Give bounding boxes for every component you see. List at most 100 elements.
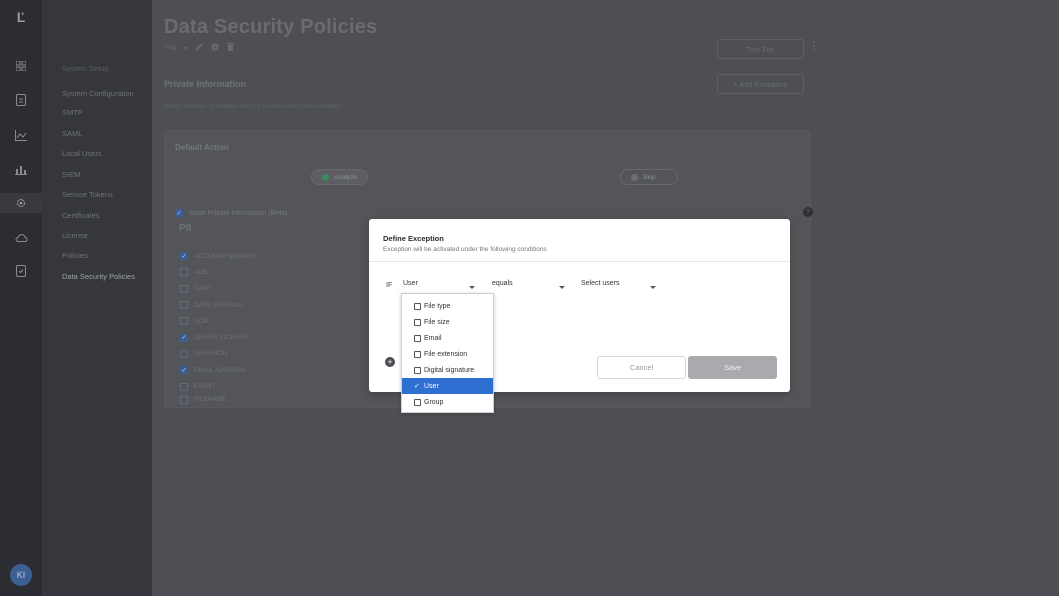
default-action-label: Default Action [175, 143, 229, 152]
grid-icon[interactable] [12, 57, 30, 75]
pii-checkbox[interactable] [180, 395, 188, 404]
sidenav-item-service-tokens[interactable]: Service Tokens [62, 190, 113, 199]
pii-checkbox[interactable]: ✓ [180, 252, 188, 261]
dropdown-option-email[interactable]: Email [402, 330, 493, 346]
sidenav-item-local-users[interactable]: Local Users [62, 149, 102, 158]
skip-label: Skip [643, 173, 656, 181]
users-select[interactable]: Select users [581, 280, 620, 287]
pii-checkbox[interactable] [180, 349, 188, 358]
cloud-icon[interactable] [12, 228, 30, 246]
analytics-icon[interactable] [12, 126, 30, 144]
pii-item[interactable]: DOB [180, 313, 256, 329]
pii-item[interactable]: ✓ EMAIL ADDRESS [180, 362, 256, 378]
pii-checkbox[interactable] [180, 268, 188, 277]
users-select-placeholder: Select users [581, 280, 620, 287]
dialog-subtitle: Exception will be activated under the fo… [383, 246, 547, 253]
analyze-toggle[interactable]: Analyze [311, 169, 369, 185]
pii-item[interactable]: ✓ ACCOUNT NUMBER [180, 248, 256, 264]
sidenav-header: System Setup [62, 64, 109, 73]
chart-icon[interactable] [12, 160, 30, 178]
pii-checkbox[interactable] [180, 382, 188, 391]
sidenav-item-smtp[interactable]: SMTP [62, 108, 83, 117]
operator-select[interactable]: equals [492, 280, 513, 287]
pii-label: DATE [194, 285, 211, 293]
pii-checkbox[interactable]: ✓ [180, 333, 188, 342]
dropdown-option-file-extension[interactable]: File extension [402, 346, 493, 362]
pii-label: AGE [194, 268, 208, 276]
sidenav-item-license[interactable]: License [62, 231, 88, 240]
divider [369, 261, 790, 262]
skip-indicator-icon [631, 173, 638, 181]
sidenav-item-data-security-policies[interactable]: Data Security Policies [62, 272, 135, 281]
chevron-down-icon[interactable]: ▾ [184, 45, 187, 52]
operator-select-value: equals [492, 280, 513, 287]
more-icon[interactable]: ⋮ [809, 41, 819, 52]
pii-label: DURATION [194, 350, 228, 358]
rule-select[interactable]: Ring [164, 45, 176, 51]
pii-checkbox[interactable] [180, 317, 188, 326]
app-logo[interactable]: Ľ [12, 8, 30, 26]
chevron-down-icon[interactable] [650, 286, 656, 289]
save-button[interactable]: Save [688, 356, 777, 379]
pii-label: EMAIL ADDRESS [194, 366, 247, 374]
pii-item[interactable]: DURATION [180, 346, 256, 362]
icon-rail: Ľ KI [0, 0, 42, 596]
checkbox-icon [414, 350, 421, 358]
add-icon[interactable] [211, 43, 219, 53]
test-file-button[interactable]: Test File [717, 39, 804, 59]
option-label: Digital signature [424, 366, 475, 374]
sidenav-item-certificates[interactable]: Certificates [62, 211, 100, 220]
help-icon[interactable]: ? [803, 207, 813, 217]
rule-toolbar: Ring ▾ [164, 43, 235, 53]
dropdown-option-file-type[interactable]: File type [402, 298, 493, 314]
dropdown-option-digital-signature[interactable]: Digital signature [402, 362, 493, 378]
pii-label: DOB [194, 317, 209, 325]
avatar[interactable]: KI [10, 564, 32, 586]
pii-item[interactable]: EVENT [180, 378, 256, 394]
pii-label: EVENT [194, 383, 216, 391]
field-dropdown-menu: File type File size Email File extension… [401, 293, 494, 413]
pii-label: DATE INTERVAL [194, 301, 244, 309]
chevron-down-icon[interactable] [559, 286, 565, 289]
pii-item[interactable]: FILENAME [180, 395, 256, 405]
pii-item[interactable]: DATE [180, 281, 256, 297]
checkbox-icon [414, 366, 421, 374]
pii-label: DRIVER LICENSE [194, 334, 249, 342]
analyze-label: Analyze [334, 173, 358, 181]
settings-icon[interactable] [0, 193, 42, 213]
analyze-indicator-icon [322, 173, 329, 181]
option-label: File size [424, 318, 450, 326]
mask-checkbox[interactable]: ✓ [175, 209, 183, 217]
trash-icon[interactable] [227, 43, 235, 53]
skip-toggle[interactable]: Skip [620, 169, 678, 185]
cancel-button[interactable]: Cancel [597, 356, 686, 379]
checkbox-icon [414, 334, 421, 342]
dropdown-option-file-size[interactable]: File size [402, 314, 493, 330]
field-select[interactable]: User [403, 280, 418, 287]
document-icon[interactable] [12, 91, 30, 109]
sidenav-item-policies[interactable]: Policies [62, 251, 88, 260]
option-label: Email [424, 334, 442, 342]
add-exception-button[interactable]: + Add Exception [717, 74, 804, 94]
sidenav-item-saml[interactable]: SAML [62, 129, 82, 138]
pii-item[interactable]: ✓ DRIVER LICENSE [180, 329, 256, 345]
pii-checkbox[interactable]: ✓ [180, 366, 188, 375]
policy-icon[interactable] [12, 262, 30, 280]
sidenav-item-siem[interactable]: SIEM [62, 170, 80, 179]
mask-private-info[interactable]: ✓ Mask Private Information (Beta) [175, 209, 287, 217]
edit-icon[interactable] [195, 43, 203, 53]
sidenav-item-system-configuration[interactable]: System Configuration [62, 89, 134, 98]
add-condition-icon[interactable]: + [385, 357, 395, 367]
checkbox-icon [414, 398, 421, 406]
pii-item[interactable]: DATE INTERVAL [180, 297, 256, 313]
pii-item[interactable]: AGE [180, 264, 256, 280]
dropdown-option-group[interactable]: Group [402, 394, 493, 410]
pii-checkbox[interactable] [180, 284, 188, 293]
dropdown-option-user[interactable]: ✓ User [402, 378, 493, 394]
section-subtitle: Select whether to analyze files for priv… [164, 103, 343, 110]
pii-checkbox[interactable] [180, 301, 188, 310]
pii-label: ACCOUNT NUMBER [194, 252, 256, 260]
page-title: Data Security Policies [164, 16, 378, 38]
option-label: File type [424, 302, 451, 310]
chevron-down-icon[interactable] [469, 286, 475, 289]
